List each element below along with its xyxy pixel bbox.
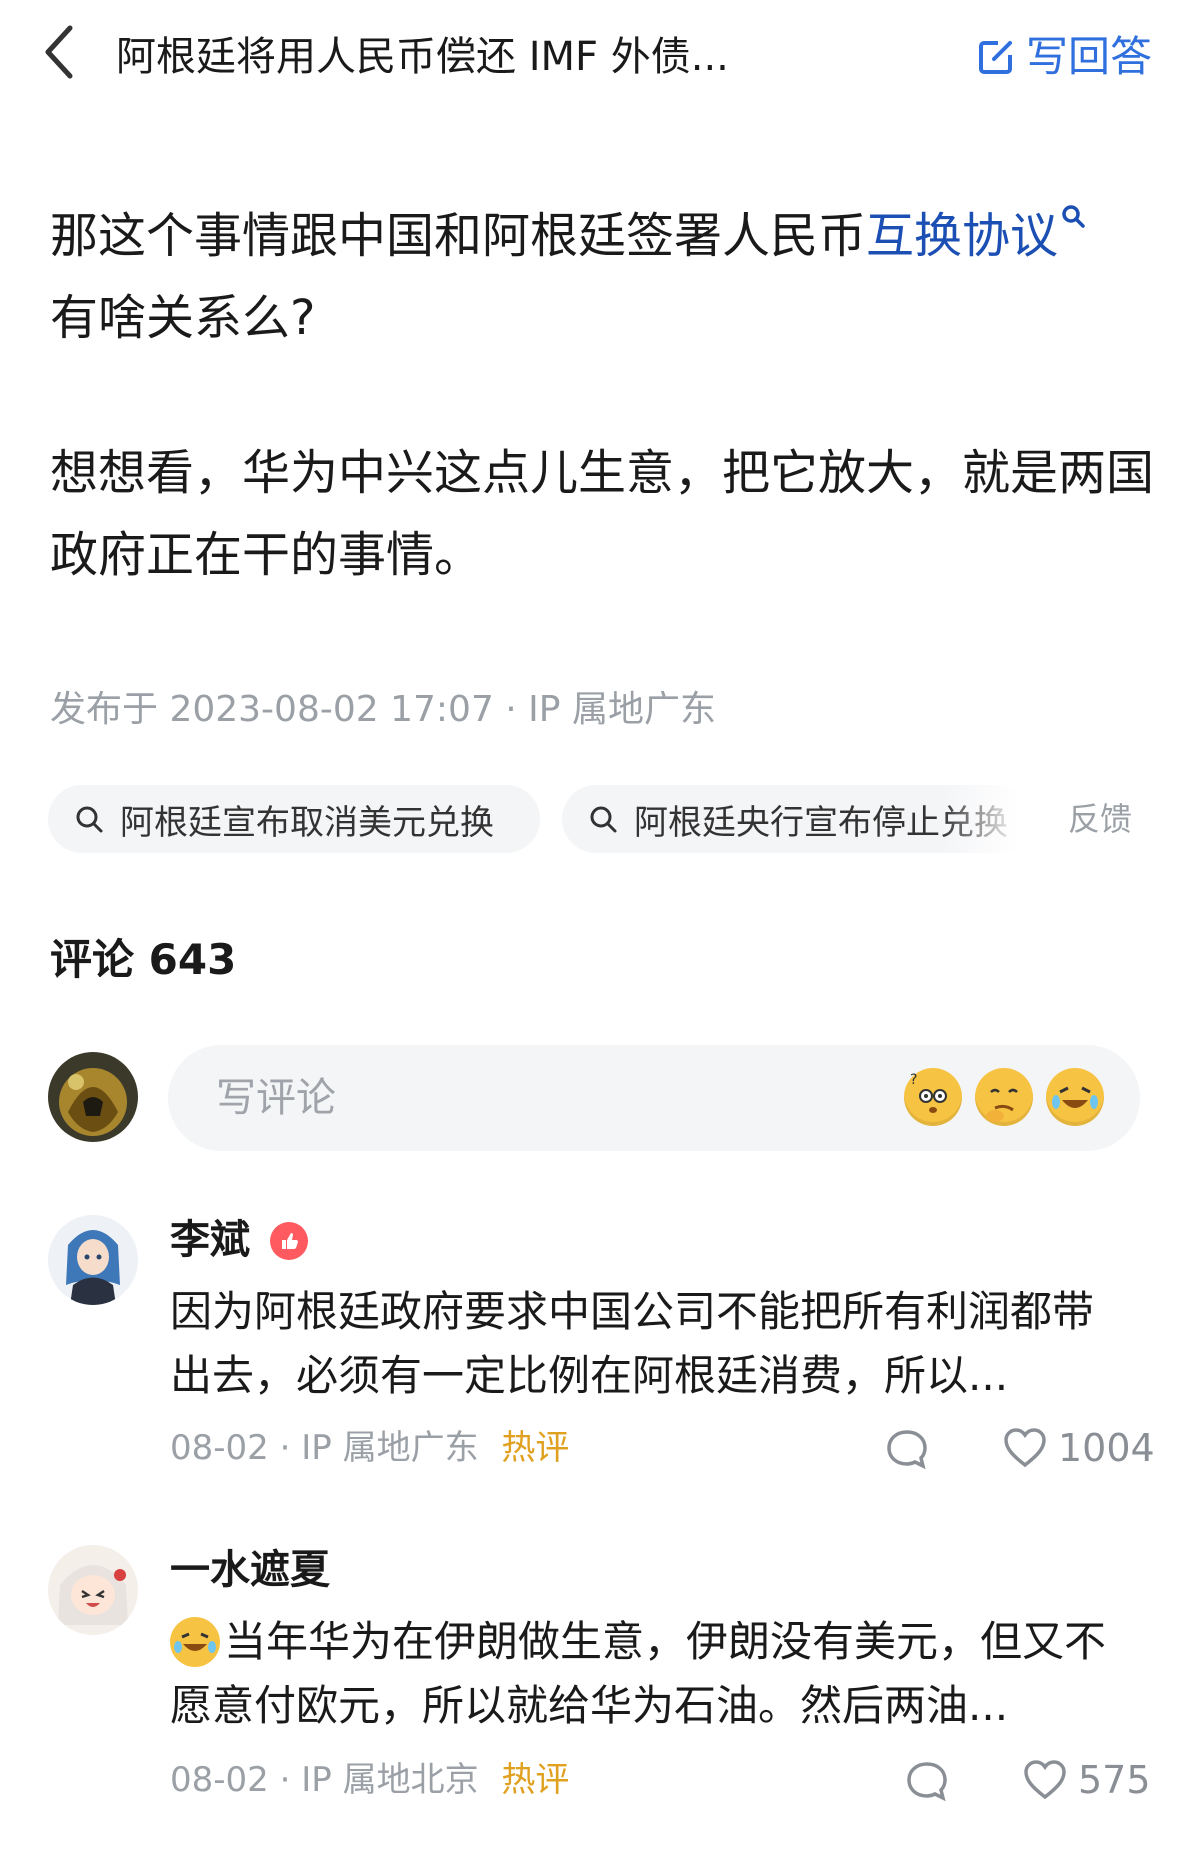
related-search-chip[interactable]: 阿根廷央行宣布停止兑换 bbox=[562, 785, 1032, 853]
answer-text: 有啥关系么? bbox=[50, 290, 316, 346]
thumbs-up-badge-icon bbox=[270, 1222, 308, 1260]
publish-meta: 发布于 2023-08-02 17:07 · IP 属地广东 bbox=[50, 689, 716, 730]
emoji-laugh-cry-icon[interactable] bbox=[1046, 1068, 1104, 1126]
search-icon bbox=[1062, 205, 1085, 228]
comment-ip: IP 属地广东 bbox=[301, 1428, 479, 1468]
chip-label: 阿根廷宣布取消美元兑换 bbox=[120, 802, 494, 843]
write-answer-button[interactable]: 写回答 bbox=[976, 22, 1152, 92]
heart-icon bbox=[1004, 1428, 1046, 1468]
search-icon bbox=[590, 806, 617, 833]
answer-text: 那这个事情跟中国和阿根廷签署人民币 bbox=[50, 208, 867, 264]
answer-paragraph-2: 想想看，华为中兴这点儿生意，把它放大，就是两国政府正在干的事情。 bbox=[50, 445, 1155, 583]
comment-text: 当年华为在伊朗做生意，伊朗没有美元，但又不愿意付欧元，所以就给华为石油。然后两油… bbox=[170, 1617, 1107, 1730]
commenter-avatar[interactable] bbox=[48, 1545, 138, 1635]
related-search-chip[interactable]: 阿根廷宣布取消美元兑换 bbox=[48, 785, 540, 853]
meta-separator: · bbox=[279, 1760, 302, 1800]
emoji-ponder-icon[interactable] bbox=[975, 1068, 1033, 1126]
like-count: 1004 bbox=[1058, 1426, 1155, 1470]
answer-paragraph-1: 那这个事情跟中国和阿根廷签署人民币互换协议 有啥关系么? bbox=[50, 195, 1160, 359]
comment-text: 因为阿根廷政府要求中国公司不能把所有利润都带出去，必须有一定比例在阿根廷消费，所… bbox=[170, 1287, 1095, 1400]
my-avatar[interactable] bbox=[48, 1052, 138, 1142]
comment-date: 08-02 bbox=[170, 1428, 269, 1468]
commenter-avatar[interactable] bbox=[48, 1215, 138, 1305]
comment-input-placeholder: 写评论 bbox=[216, 1075, 336, 1121]
comment-meta: 08-02 · IP 属地广东 热评 bbox=[170, 1418, 569, 1478]
comment-meta: 08-02 · IP 属地北京 热评 bbox=[170, 1750, 569, 1810]
commenter-name[interactable]: 一水遮夏 bbox=[170, 1540, 330, 1600]
svg-text:?: ? bbox=[910, 1072, 917, 1088]
comment-bubble-icon bbox=[907, 1762, 947, 1802]
avatar-image bbox=[48, 1052, 138, 1142]
comment-date: 08-02 bbox=[170, 1760, 269, 1800]
like-button[interactable]: 1004 bbox=[1002, 1418, 1155, 1478]
like-count: 575 bbox=[1078, 1758, 1151, 1802]
write-answer-label: 写回答 bbox=[1025, 32, 1152, 81]
reply-button[interactable] bbox=[885, 1428, 929, 1474]
feedback-link[interactable]: 反馈 bbox=[1068, 785, 1132, 853]
edit-icon bbox=[978, 41, 1012, 74]
avatar-image bbox=[48, 1545, 138, 1635]
question-title[interactable]: 阿根廷将用人民币偿还 IMF 外债... bbox=[116, 22, 729, 92]
comments-count-heading: 评论 643 bbox=[50, 935, 237, 984]
hot-tag: 热评 bbox=[501, 1760, 570, 1800]
search-icon bbox=[76, 806, 103, 833]
like-button[interactable]: 575 bbox=[1022, 1750, 1151, 1810]
comment-ip: IP 属地北京 bbox=[301, 1760, 479, 1800]
meta-separator: · bbox=[279, 1428, 302, 1468]
hot-tag: 热评 bbox=[501, 1428, 570, 1468]
comment-bubble-icon bbox=[887, 1430, 927, 1470]
emoji-thinking-icon[interactable]: ? bbox=[904, 1068, 962, 1126]
commenter-name[interactable]: 李斌 bbox=[170, 1210, 250, 1270]
heart-icon bbox=[1024, 1760, 1066, 1800]
keyword-link[interactable]: 互换协议 bbox=[866, 208, 1058, 264]
reply-button[interactable] bbox=[905, 1760, 949, 1806]
avatar-image bbox=[48, 1215, 138, 1305]
chip-fade-overlay bbox=[942, 785, 1032, 853]
chevron-left-icon bbox=[45, 25, 73, 79]
back-button[interactable] bbox=[40, 22, 88, 92]
